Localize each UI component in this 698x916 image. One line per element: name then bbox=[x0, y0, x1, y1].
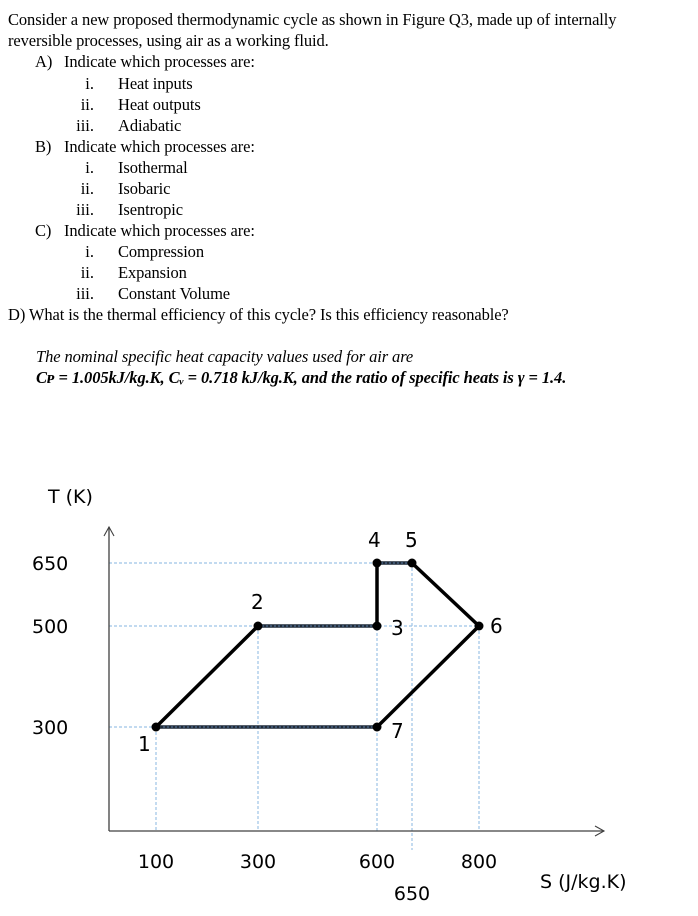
state-point-2 bbox=[253, 621, 263, 631]
process-6-7 bbox=[375, 624, 481, 729]
state-point-5 bbox=[407, 558, 417, 568]
y-axis-label: T (K) bbox=[47, 486, 93, 508]
state-label-3: 3 bbox=[391, 616, 404, 640]
x-tick-label-650: 650 bbox=[394, 883, 430, 905]
ts-diagram: T (K) S (J/kg.K) 300 500 650 100 300 600 650 80… bbox=[32, 486, 627, 905]
y-tick-label-300: 300 bbox=[32, 717, 68, 739]
x-axis-label: S (J/kg.K) bbox=[540, 871, 627, 893]
state-label-4: 4 bbox=[368, 528, 381, 552]
x-tick-label-100: 100 bbox=[138, 851, 174, 873]
y-tick-label-650: 650 bbox=[32, 553, 68, 575]
state-point-1 bbox=[151, 722, 161, 732]
state-label-7: 7 bbox=[391, 719, 404, 743]
state-point-7 bbox=[372, 722, 382, 732]
process-5-6 bbox=[410, 561, 481, 628]
grid-lines bbox=[109, 562, 480, 850]
state-label-1: 1 bbox=[138, 732, 151, 756]
state-point-4 bbox=[372, 558, 382, 568]
state-points: 1 2 3 4 5 6 7 bbox=[138, 528, 503, 756]
y-tick-label-500: 500 bbox=[32, 616, 68, 638]
x-tick-label-600: 600 bbox=[359, 851, 395, 873]
state-label-2: 2 bbox=[251, 590, 264, 614]
axes: T (K) S (J/kg.K) bbox=[47, 486, 627, 893]
tick-labels: 300 500 650 100 300 600 650 800 bbox=[32, 553, 497, 905]
process-1-2 bbox=[154, 624, 260, 729]
cycle-paths bbox=[154, 561, 481, 729]
state-point-6 bbox=[474, 621, 484, 631]
state-label-5: 5 bbox=[405, 528, 418, 552]
x-tick-label-800: 800 bbox=[461, 851, 497, 873]
x-tick-label-300: 300 bbox=[240, 851, 276, 873]
state-label-6: 6 bbox=[490, 614, 503, 638]
state-point-3 bbox=[372, 621, 382, 631]
